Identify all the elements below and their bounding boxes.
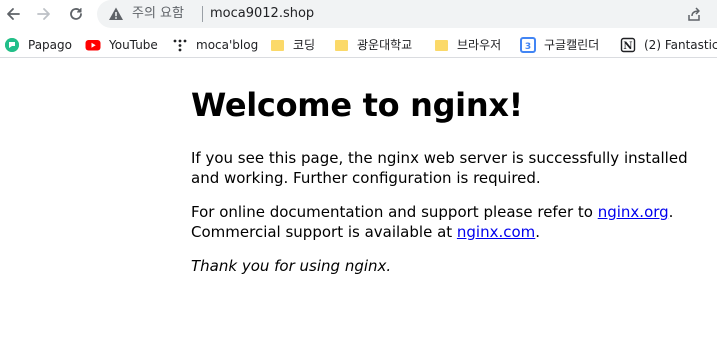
folder-icon [333, 37, 349, 53]
address-separator [202, 6, 203, 22]
address-bar[interactable]: 주의 요함 moca9012.shop [97, 0, 717, 28]
warning-icon[interactable] [108, 6, 124, 22]
svg-text:3: 3 [525, 42, 531, 52]
calendar-icon: 3 [520, 37, 536, 53]
bookmark-label: 광운대학교 [357, 38, 413, 52]
blog-icon [172, 37, 188, 53]
youtube-icon [85, 37, 101, 53]
commercial-period: . [535, 223, 541, 241]
bookmark-moca-blog[interactable]: moca'blog [172, 37, 258, 53]
bookmark-youtube[interactable]: YouTube [85, 37, 158, 53]
nginx-com-link[interactable]: nginx.com [457, 223, 535, 241]
papago-icon [4, 37, 20, 53]
bookmark-label: Papago [28, 38, 72, 52]
bookmark-label: moca'blog [196, 38, 259, 52]
browser-toolbar: 주의 요함 moca9012.shop [0, 0, 717, 30]
intro-paragraph: If you see this page, the nginx web serv… [191, 149, 688, 187]
bookmark-label: YouTube [109, 38, 158, 52]
back-button[interactable] [3, 4, 23, 24]
folder-icon [433, 37, 449, 53]
svg-text:N: N [623, 41, 632, 52]
reload-icon [70, 8, 82, 20]
forward-arrow-icon [37, 8, 50, 20]
commercial-text: Commercial support is available at [191, 223, 457, 241]
folder-icon [269, 37, 285, 53]
bookmark-folder-university[interactable]: 광운대학교 [333, 37, 412, 53]
bookmark-label: 구글캘린더 [544, 38, 600, 52]
page-title: Welcome to nginx! [191, 86, 523, 124]
bookmarks-bar: Papago YouTube moca'blog 코딩 광운대학교 브라우저 3… [0, 33, 717, 58]
reload-button[interactable] [66, 4, 86, 24]
bookmark-folder-browser[interactable]: 브라우저 [433, 37, 501, 53]
bookmark-notion[interactable]: N (2) Fantastic5 [620, 37, 717, 53]
notion-icon: N [620, 37, 636, 53]
security-label[interactable]: 주의 요함 [132, 6, 184, 22]
share-icon[interactable] [686, 6, 702, 22]
nginx-org-link[interactable]: nginx.org [598, 203, 669, 221]
support-text: For online documentation and support ple… [191, 203, 598, 221]
bookmark-label: 코딩 [293, 38, 316, 52]
bookmark-label: (2) Fantastic5 [644, 38, 717, 52]
bookmark-papago[interactable]: Papago [4, 37, 72, 53]
bookmark-google-calendar[interactable]: 3 구글캘린더 [520, 37, 599, 53]
back-arrow-icon [7, 8, 20, 20]
thanks-paragraph: Thank you for using nginx. [191, 257, 392, 275]
support-paragraph: For online documentation and support ple… [191, 202, 711, 242]
bookmark-label: 브라우저 [457, 38, 502, 52]
support-period: . [668, 203, 674, 221]
bookmark-folder-coding[interactable]: 코딩 [269, 37, 315, 53]
url-text[interactable]: moca9012.shop [210, 6, 314, 22]
forward-button[interactable] [34, 4, 54, 24]
